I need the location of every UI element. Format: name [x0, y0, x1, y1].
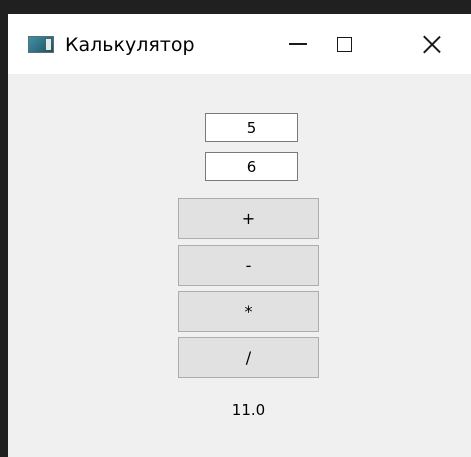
result-label: 11.0: [231, 401, 266, 419]
maximize-button[interactable]: [324, 14, 364, 74]
first-number-input[interactable]: [205, 113, 298, 142]
maximize-icon: [336, 36, 352, 52]
calculator-window: Калькулятор + - * / 11.0: [8, 14, 471, 457]
title-bar[interactable]: Калькулятор: [8, 14, 471, 74]
minimize-icon: [289, 43, 307, 45]
divide-button[interactable]: /: [178, 337, 319, 378]
subtract-button[interactable]: -: [178, 245, 319, 286]
close-button[interactable]: [412, 14, 452, 74]
add-button[interactable]: +: [178, 198, 319, 239]
minimize-button[interactable]: [278, 14, 318, 74]
app-window-icon: [28, 36, 54, 53]
close-icon: [422, 34, 442, 54]
window-title: Калькулятор: [65, 34, 195, 56]
second-number-input[interactable]: [205, 152, 298, 181]
multiply-button[interactable]: *: [178, 291, 319, 332]
